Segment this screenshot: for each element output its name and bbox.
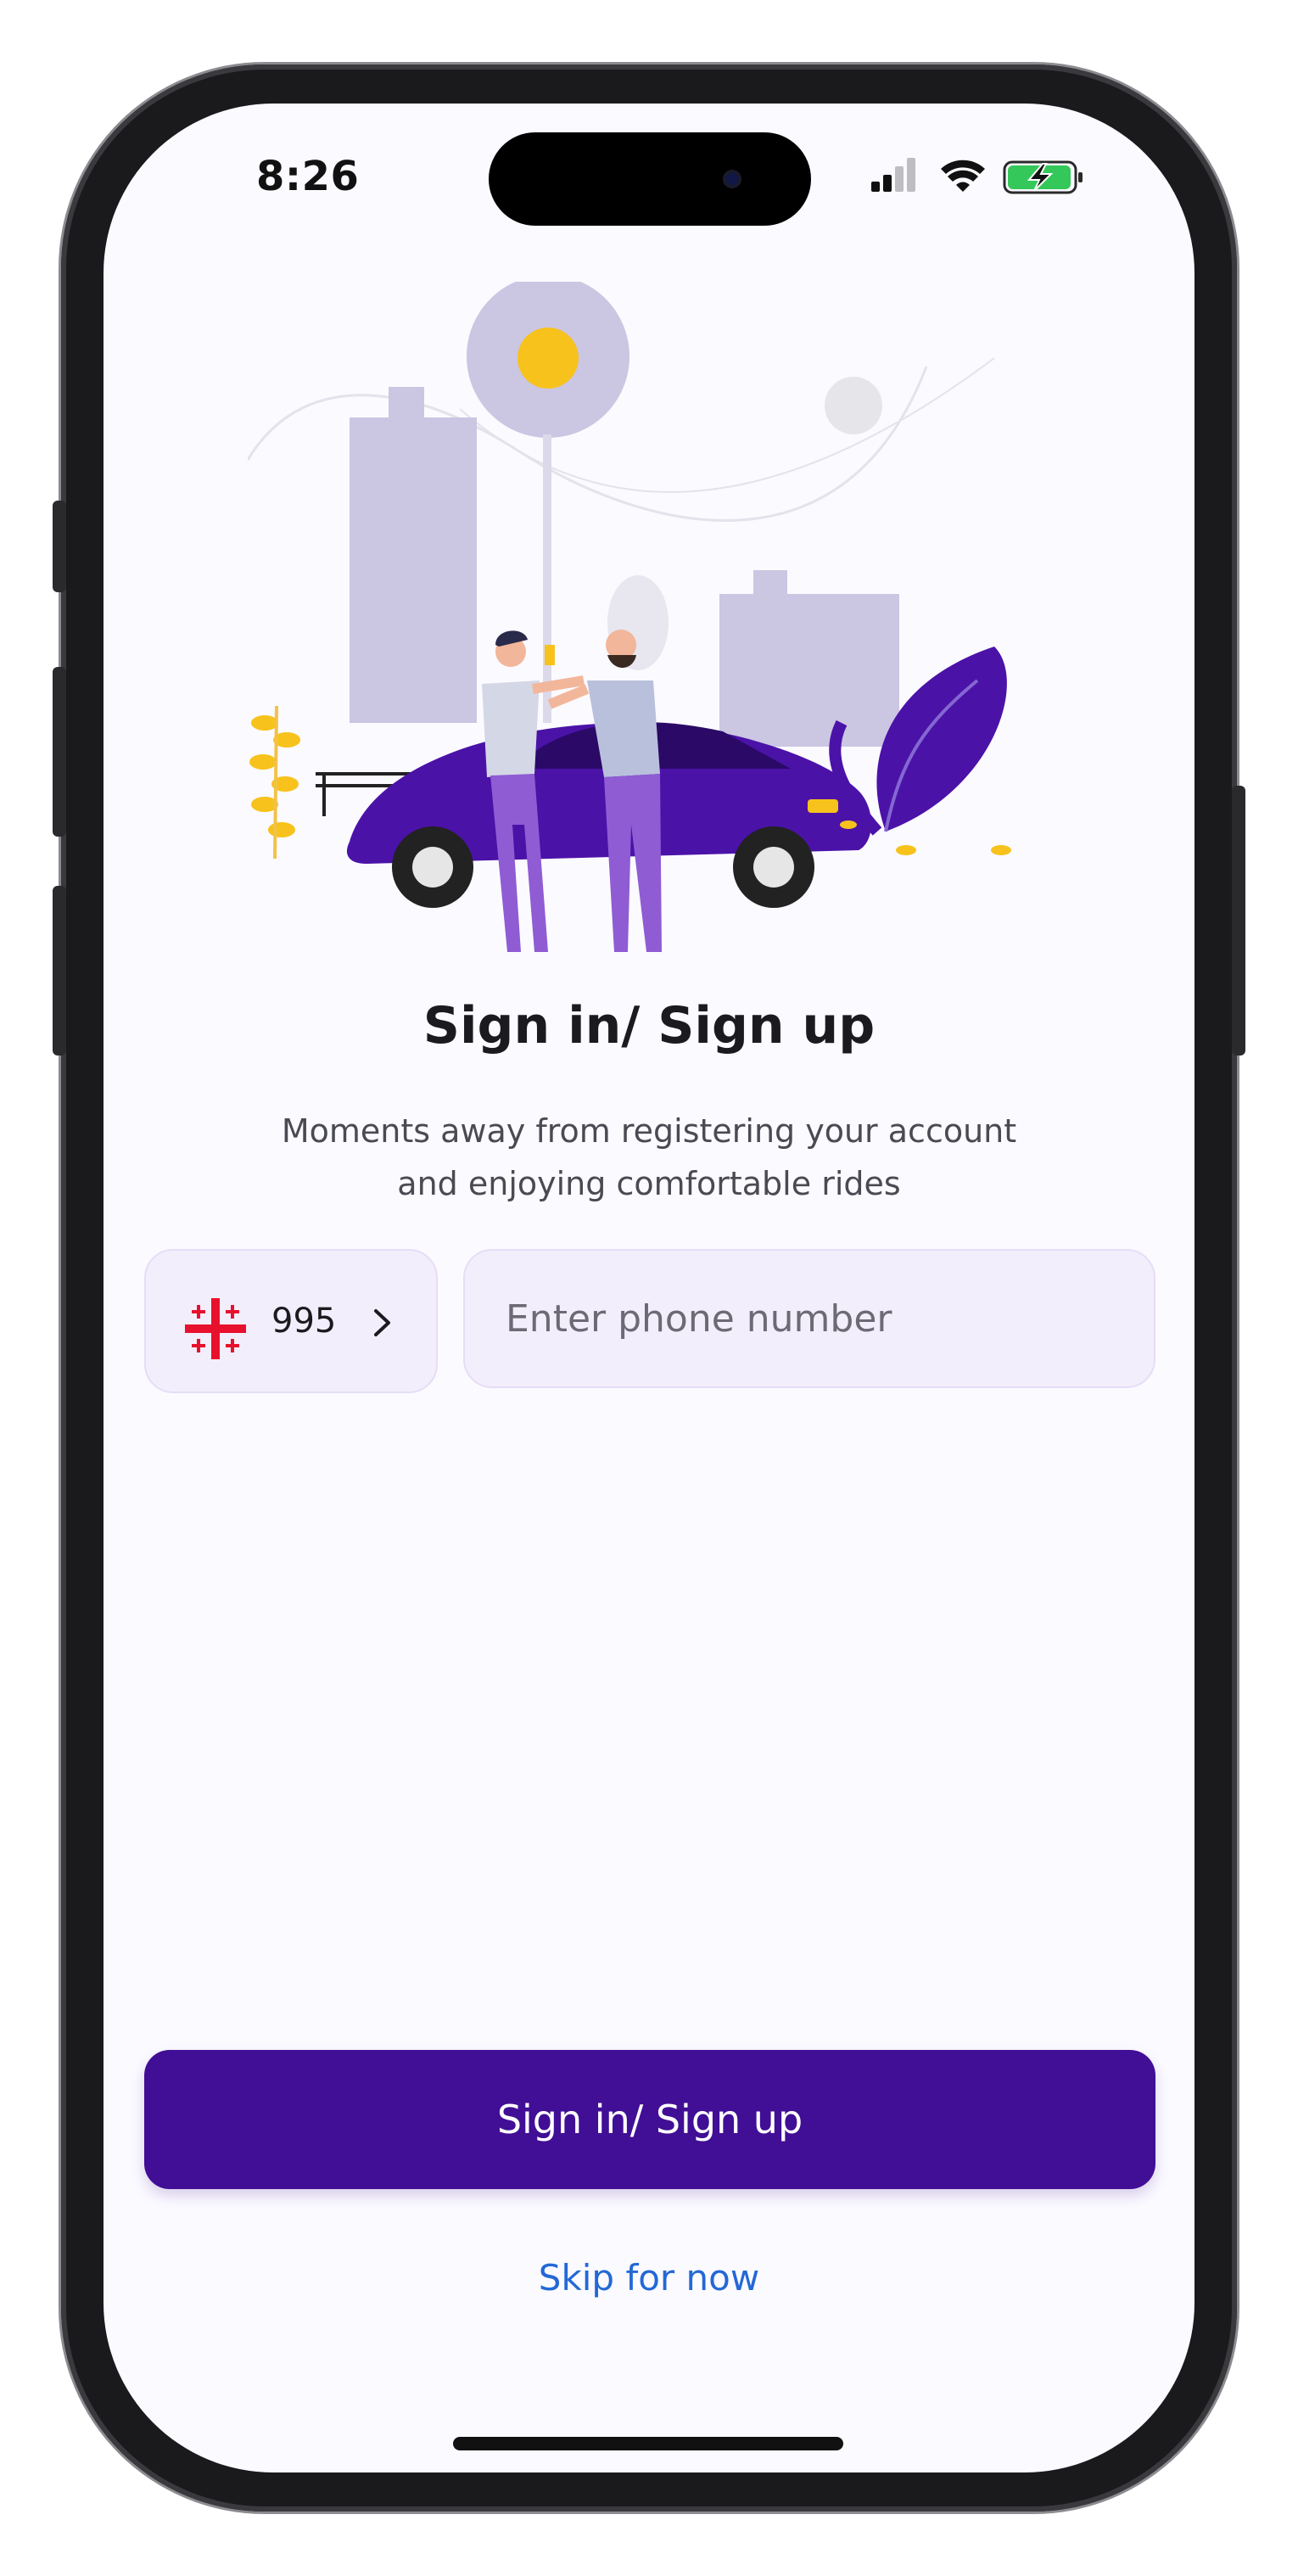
chevron-right-icon bbox=[374, 1309, 390, 1336]
cellular-signal-icon bbox=[871, 158, 915, 192]
page-title: Sign in/ Sign up bbox=[422, 996, 876, 1056]
country-dial-code: 995 bbox=[271, 1302, 337, 1341]
power-button bbox=[1232, 786, 1245, 1056]
camera-icon bbox=[723, 170, 741, 188]
volume-down-button bbox=[53, 886, 66, 1056]
status-time: 8:26 bbox=[256, 153, 360, 200]
wifi-icon bbox=[941, 160, 985, 192]
sign-in-sign-up-button[interactable]: Sign in/ Sign up bbox=[144, 2050, 1155, 2189]
country-code-selector[interactable]: 995 bbox=[144, 1249, 438, 1393]
dynamic-island bbox=[489, 132, 811, 226]
skip-for-now-link[interactable]: Skip for now bbox=[104, 2257, 1194, 2299]
welcome-illustration bbox=[248, 282, 1011, 952]
page-subtitle: Moments away from registering your accou… bbox=[281, 1112, 1017, 1202]
home-indicator bbox=[453, 2437, 843, 2450]
phone-number-input[interactable] bbox=[463, 1249, 1155, 1388]
status-icons bbox=[871, 158, 1083, 194]
app-screen: 8:26 Sign in/ Sign up Moments away from … bbox=[104, 104, 1194, 2472]
georgia-flag-icon bbox=[185, 1298, 246, 1359]
action-button bbox=[53, 501, 66, 592]
battery-charging-icon bbox=[1003, 160, 1083, 194]
volume-up-button bbox=[53, 667, 66, 837]
